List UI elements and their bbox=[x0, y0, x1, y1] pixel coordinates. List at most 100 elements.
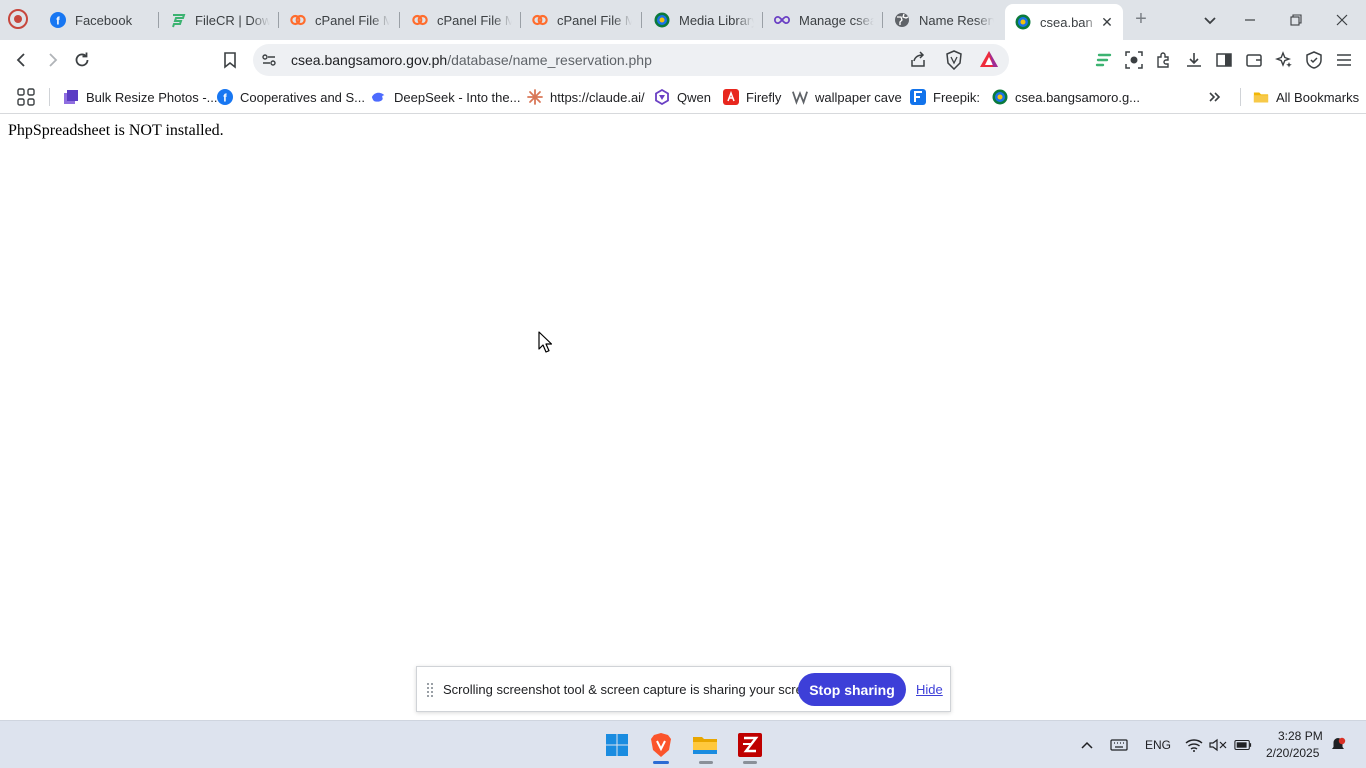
language-indicator[interactable]: ENG bbox=[1145, 738, 1171, 752]
share-icon[interactable] bbox=[909, 51, 927, 74]
keyboard-icon[interactable] bbox=[1110, 737, 1128, 753]
site-info-icon[interactable] bbox=[261, 52, 277, 73]
volume-muted-icon[interactable] bbox=[1209, 737, 1227, 753]
freepik-icon bbox=[910, 89, 926, 105]
qwen-icon bbox=[654, 89, 670, 105]
tab-search-icon[interactable] bbox=[1200, 10, 1220, 30]
svg-text:f: f bbox=[56, 16, 60, 28]
tab-title: cPanel File M bbox=[557, 12, 632, 28]
extensions-icon[interactable] bbox=[1152, 48, 1176, 72]
tab-filecr[interactable]: FileCR | Down bbox=[160, 4, 278, 36]
screenshot-extension-icon[interactable] bbox=[1122, 48, 1146, 72]
bookmark-freepik[interactable]: Freepik: bbox=[910, 86, 980, 108]
tab-cpanel-3[interactable]: cPanel File M bbox=[522, 4, 640, 36]
infinity-icon bbox=[774, 12, 790, 28]
bookmark-csea[interactable]: csea.bangsamoro.g... bbox=[992, 86, 1140, 108]
notification-icon[interactable] bbox=[1329, 737, 1347, 753]
tab-title: Media Library bbox=[679, 12, 754, 28]
restore-button[interactable] bbox=[1284, 8, 1308, 32]
tab-title: Manage csea bbox=[799, 12, 874, 28]
leo-sparkle-icon[interactable] bbox=[1272, 48, 1296, 72]
tab-separator bbox=[641, 12, 642, 28]
filecr-icon bbox=[170, 12, 186, 28]
tab-separator bbox=[882, 12, 883, 28]
tab-separator bbox=[399, 12, 400, 28]
tab-title: csea.ban bbox=[1040, 14, 1093, 30]
screen-sharing-bar: Scrolling screenshot tool & screen captu… bbox=[416, 666, 951, 712]
bookmark-label: DeepSeek - Into the... bbox=[394, 89, 521, 105]
clock-time[interactable]: 3:28 PM bbox=[1278, 729, 1323, 743]
close-tab-icon[interactable]: ✕ bbox=[1099, 14, 1115, 30]
brave-rewards-icon[interactable] bbox=[979, 50, 999, 73]
tab-manage-csea[interactable]: Manage csea bbox=[764, 4, 882, 36]
new-tab-button[interactable]: + bbox=[1130, 8, 1152, 30]
vpn-icon[interactable] bbox=[1302, 48, 1326, 72]
facebook-icon: f bbox=[50, 12, 66, 28]
bookmark-bulk-resize[interactable]: Bulk Resize Photos -... bbox=[63, 86, 218, 108]
site-icon bbox=[654, 12, 670, 28]
cpanel-icon bbox=[412, 12, 428, 28]
bulk-resize-icon bbox=[63, 89, 79, 105]
close-window-button[interactable] bbox=[1330, 8, 1354, 32]
all-bookmarks-button[interactable]: All Bookmarks bbox=[1253, 86, 1359, 108]
filezilla-icon[interactable] bbox=[734, 729, 766, 761]
tab-separator bbox=[158, 12, 159, 28]
tab-name-reservation[interactable]: Name Reserv bbox=[884, 4, 1002, 36]
bookmark-icon[interactable] bbox=[218, 48, 242, 72]
bookmark-label: Cooperatives and S... bbox=[240, 89, 366, 105]
hide-link[interactable]: Hide bbox=[916, 682, 943, 697]
sharing-message: Scrolling screenshot tool & screen captu… bbox=[443, 682, 821, 697]
leo-ai-icon[interactable] bbox=[1092, 48, 1116, 72]
tab-cpanel-2[interactable]: cPanel File M bbox=[402, 4, 520, 36]
folder-icon bbox=[1253, 89, 1269, 105]
wallet-icon[interactable] bbox=[1242, 48, 1266, 72]
tab-cpanel-1[interactable]: cPanel File M bbox=[280, 4, 398, 36]
bookmark-label: Qwen bbox=[677, 89, 711, 105]
sidebar-icon[interactable] bbox=[1212, 48, 1236, 72]
record-icon[interactable] bbox=[8, 9, 28, 29]
back-button[interactable] bbox=[10, 48, 34, 72]
tab-csea-active[interactable]: csea.ban ✕ bbox=[1005, 4, 1123, 40]
bookmark-label: Bulk Resize Photos -... bbox=[86, 89, 218, 105]
bookmark-label: Firefly bbox=[746, 89, 782, 105]
wifi-icon[interactable] bbox=[1185, 737, 1203, 753]
deepseek-icon bbox=[371, 89, 387, 105]
claude-icon bbox=[527, 89, 543, 105]
running-app-indicator bbox=[743, 761, 757, 764]
drag-handle-icon[interactable] bbox=[427, 683, 433, 697]
tab-facebook[interactable]: f Facebook bbox=[40, 4, 158, 36]
minimize-button[interactable] bbox=[1238, 8, 1262, 32]
bookmark-cooperatives[interactable]: f Cooperatives and S... bbox=[217, 86, 365, 108]
windows-start-icon[interactable] bbox=[601, 729, 633, 761]
bookmarks-bar: Bulk Resize Photos -... f Cooperatives a… bbox=[0, 80, 1366, 114]
page-message: PhpSpreadsheet is NOT installed. bbox=[8, 122, 224, 139]
bookmark-claude[interactable]: https://claude.ai/ bbox=[527, 86, 645, 108]
tab-title: Facebook bbox=[75, 12, 133, 28]
tab-separator bbox=[762, 12, 763, 28]
bookmarks-divider bbox=[1240, 88, 1241, 106]
forward-button[interactable] bbox=[40, 48, 64, 72]
bookmark-firefly[interactable]: Firefly bbox=[723, 86, 781, 108]
tab-title: FileCR | Down bbox=[195, 12, 270, 28]
reload-button[interactable] bbox=[70, 48, 94, 72]
bookmark-deepseek[interactable]: DeepSeek - Into the... bbox=[371, 86, 520, 108]
bookmark-wallpaper-cave[interactable]: wallpaper cave bbox=[792, 86, 902, 108]
brave-browser-icon[interactable] bbox=[645, 729, 677, 761]
brave-shields-icon[interactable] bbox=[945, 50, 963, 75]
file-explorer-icon[interactable] bbox=[689, 729, 721, 761]
browser-toolbar: csea.bangsamoro.gov.ph/database/name_res… bbox=[0, 40, 1366, 80]
svg-text:f: f bbox=[223, 93, 227, 105]
clock-date[interactable]: 2/20/2025 bbox=[1266, 746, 1319, 760]
apps-grid-icon[interactable] bbox=[16, 86, 36, 108]
tab-media-library[interactable]: Media Library bbox=[644, 4, 762, 36]
more-bookmarks-icon[interactable] bbox=[1207, 86, 1223, 108]
bookmark-qwen[interactable]: Qwen bbox=[654, 86, 711, 108]
tab-strip: f Facebook FileCR | Down cPanel File M c… bbox=[0, 0, 1366, 40]
battery-icon[interactable] bbox=[1234, 737, 1252, 753]
address-bar[interactable]: csea.bangsamoro.gov.ph/database/name_res… bbox=[253, 44, 1009, 76]
menu-icon[interactable] bbox=[1332, 48, 1356, 72]
stop-sharing-button[interactable]: Stop sharing bbox=[798, 673, 906, 706]
show-hidden-icons-icon[interactable] bbox=[1078, 737, 1096, 753]
running-app-indicator bbox=[699, 761, 713, 764]
download-icon[interactable] bbox=[1182, 48, 1206, 72]
